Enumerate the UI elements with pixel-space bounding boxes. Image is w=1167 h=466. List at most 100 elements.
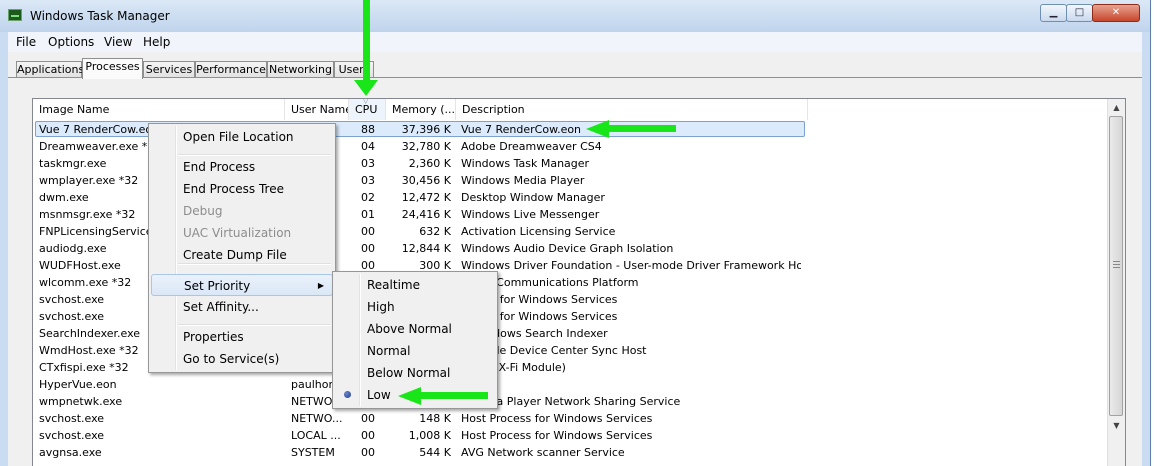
cpu-cell: 01 xyxy=(361,208,375,221)
memory-cell: 12,472 K xyxy=(401,191,451,204)
memory-cell: 12,844 K xyxy=(401,242,451,255)
description-cell: Windows Driver Foundation - User-mode Dr… xyxy=(461,259,801,272)
column-header-description[interactable]: Description xyxy=(456,99,808,120)
cpu-cell: 03 xyxy=(361,157,375,170)
menu-item-label: Go to Service(s) xyxy=(183,352,280,366)
scroll-down-icon[interactable]: ▼ xyxy=(1108,417,1125,434)
menu-help[interactable]: Help xyxy=(143,35,170,49)
priority-high[interactable]: High xyxy=(335,296,495,318)
menu-item-label: End Process xyxy=(183,160,256,174)
memory-cell: 632 K xyxy=(419,225,451,238)
menu-item-create-dump-file[interactable]: Create Dump File xyxy=(151,244,333,266)
user-name-cell: NETWO... xyxy=(291,412,343,425)
menu-view[interactable]: View xyxy=(104,35,132,49)
annotation-arrow-cpu xyxy=(363,0,370,82)
column-label: User Name xyxy=(291,103,349,116)
image-name-cell: avgnsa.exe xyxy=(39,446,102,459)
menu-options[interactable]: Options xyxy=(48,35,94,49)
priority-normal[interactable]: Normal xyxy=(335,340,495,362)
menu-item-label: Below Normal xyxy=(367,366,451,380)
cpu-cell: 00 xyxy=(361,225,375,238)
description-cell: rocess for Windows Services xyxy=(461,310,618,323)
column-header-cpu[interactable]: ▽ CPU xyxy=(349,99,386,120)
menu-item-end-process-tree[interactable]: End Process Tree xyxy=(151,178,333,200)
table-row[interactable]: svchost.exe LOCAL ... 00 1,008 K Host Proces… xyxy=(33,427,1108,444)
description-cell: Adobe Dreamweaver CS4 xyxy=(461,140,602,153)
close-button[interactable]: ✕ xyxy=(1092,4,1140,22)
priority-below-normal[interactable]: Below Normal xyxy=(335,362,495,384)
tab-performance[interactable]: Performance xyxy=(195,61,267,78)
tab-networking[interactable]: Networking xyxy=(267,61,334,78)
column-label: Description xyxy=(462,103,525,116)
annotation-arrowhead-low xyxy=(398,387,421,405)
description-cell: ue.eon xyxy=(461,376,801,393)
cpu-cell: 00 xyxy=(361,242,375,255)
annotation-arrow-process xyxy=(608,125,676,132)
table-row[interactable]: avgnsa.exe SYSTEM 00 544 K AVG Network scann… xyxy=(33,444,1108,461)
description-cell: s Live Communications Platform xyxy=(461,276,639,289)
cpu-cell: 00 xyxy=(361,412,375,425)
menu-item-debug[interactable]: Debug xyxy=(151,200,333,222)
description-cell: Windows Audio Device Graph Isolation xyxy=(461,242,674,255)
image-name-cell: svchost.exe xyxy=(39,412,105,425)
column-header-memory[interactable]: Memory (... xyxy=(386,99,456,120)
menu-item-set-affinity[interactable]: Set Affinity... xyxy=(151,296,333,318)
scrollbar-thumb[interactable] xyxy=(1109,116,1123,416)
menu-item-label: UAC Virtualization xyxy=(183,226,292,240)
table-row[interactable]: svchost.exe NETWO... 00 148 K Host Process f… xyxy=(33,410,1108,427)
menu-item-label: Realtime xyxy=(367,278,420,292)
menu-item-label: Above Normal xyxy=(367,322,452,336)
cpu-cell: 03 xyxy=(361,174,375,187)
task-manager-app-icon xyxy=(8,9,22,21)
image-name-cell: HyperVue.eon xyxy=(39,378,117,391)
column-header-user-name[interactable]: User Name xyxy=(285,99,349,120)
title-bar[interactable]: Windows Task Manager ▁ □ ✕ xyxy=(0,0,1150,32)
menu-item-label: Normal xyxy=(367,344,411,358)
memory-cell: 32,780 K xyxy=(401,140,451,153)
menu-item-label: High xyxy=(367,300,395,314)
menu-file[interactable]: File xyxy=(16,35,36,49)
memory-cell: 2,360 K xyxy=(408,157,451,170)
table-row[interactable]: HyperVue.eonpaulhomue.eon xyxy=(33,376,1108,393)
radio-selected-icon xyxy=(344,391,351,398)
description-cell: Host Process for Windows Services xyxy=(461,429,653,442)
window-title: Windows Task Manager xyxy=(30,9,170,23)
tab-processes[interactable]: Processes xyxy=(82,58,143,79)
description-cell: s Media Player Network Sharing Service xyxy=(461,395,681,408)
menu-bar: File Options View Help xyxy=(8,32,1142,52)
memory-cell: 148 K xyxy=(419,412,451,425)
priority-realtime[interactable]: Realtime xyxy=(335,274,495,296)
menu-item-end-process[interactable]: End Process xyxy=(151,156,333,178)
minimize-button[interactable]: ▁ xyxy=(1040,4,1067,22)
column-label: Memory (... xyxy=(392,103,456,116)
user-name-cell: SYSTEM xyxy=(291,446,335,459)
cpu-cell: 04 xyxy=(361,140,375,153)
description-cell: Host Process for Windows Services xyxy=(461,412,653,425)
cpu-cell: 00 xyxy=(361,446,375,459)
menu-item-set-priority[interactable]: Set Priority ▶ xyxy=(151,274,333,296)
menu-item-go-to-service-s[interactable]: Go to Service(s) xyxy=(151,348,333,370)
menu-item-uac-virtualization[interactable]: UAC Virtualization xyxy=(151,222,333,244)
tab-applications[interactable]: Applications xyxy=(16,61,84,78)
memory-cell: 24,416 K xyxy=(401,208,451,221)
tab-services[interactable]: Services xyxy=(143,61,195,78)
description-cell: Activation Licensing Service xyxy=(461,225,616,238)
priority-above-normal[interactable]: Above Normal xyxy=(335,318,495,340)
maximize-button[interactable]: □ xyxy=(1066,4,1093,22)
user-name-cell: LOCAL ... xyxy=(291,429,341,442)
table-row[interactable]: wmpnetwk.exe NETWO... s Media Player Netwo… xyxy=(33,393,1108,410)
description-cell: ft Windows Search Indexer xyxy=(461,327,608,340)
annotation-arrowhead-cpu xyxy=(354,80,378,96)
menu-item-label: Properties xyxy=(183,330,244,344)
tab-strip: Applications Processes Services Performa… xyxy=(8,52,1142,79)
menu-item-label: Set Priority xyxy=(184,279,251,293)
cpu-cell: 00 xyxy=(361,429,375,442)
description-cell: Windows Task Manager xyxy=(461,157,590,170)
menu-item-properties[interactable]: Properties xyxy=(151,326,333,348)
scroll-up-icon[interactable]: ▲ xyxy=(1108,99,1125,116)
column-header-image-name[interactable]: Image Name xyxy=(33,99,285,120)
menu-item-label: Low xyxy=(367,388,391,402)
menu-item-open-file-location[interactable]: Open File Location xyxy=(151,126,333,148)
cpu-cell: 88 xyxy=(361,123,375,136)
vertical-scrollbar[interactable]: ▲ ▼ xyxy=(1107,99,1125,466)
